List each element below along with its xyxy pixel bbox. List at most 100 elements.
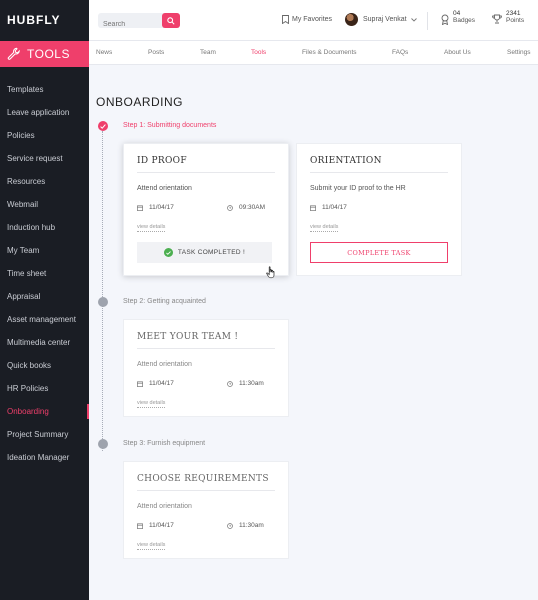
sidebar-item-induction-hub[interactable]: Induction hub xyxy=(0,216,89,239)
points-label: Points xyxy=(506,17,525,24)
card-time-value: 11:30am xyxy=(239,380,264,387)
card-time-value: 09:30AM xyxy=(239,204,266,211)
search-box xyxy=(98,13,180,32)
card-title: CHOOSE REQUIREMENTS xyxy=(137,474,269,484)
sidebar-item-ideation-manager[interactable]: Ideation Manager xyxy=(0,446,89,469)
search-icon xyxy=(167,16,175,25)
card-time: 11:30am xyxy=(227,522,264,529)
badges-count: 04 xyxy=(453,10,461,17)
sidebar-item-policies[interactable]: Policies xyxy=(0,124,89,147)
card-title: MEET YOUR TEAM ! xyxy=(137,332,239,342)
step-1-marker xyxy=(98,121,108,131)
task-completed-badge: TASK COMPLETED ! xyxy=(137,242,272,263)
avatar xyxy=(345,13,358,26)
points-count: 2341 xyxy=(506,10,521,17)
tab-about-us[interactable]: About Us xyxy=(444,41,471,64)
card-description: Submit your ID proof to the HR xyxy=(310,185,406,192)
view-details-link[interactable]: view details xyxy=(137,542,166,550)
search-input[interactable] xyxy=(98,17,160,32)
complete-task-button[interactable]: COMPLETE TASK xyxy=(310,242,448,263)
task-card-choose-requirements[interactable]: CHOOSE REQUIREMENTS Attend orientation 1… xyxy=(123,461,289,559)
badges-stat[interactable]: 04 Badges xyxy=(441,10,475,25)
task-completed-label: TASK COMPLETED ! xyxy=(177,249,246,256)
tab-news[interactable]: News xyxy=(96,41,112,64)
sidebar-item-resources[interactable]: Resources xyxy=(0,170,89,193)
check-icon xyxy=(100,123,106,129)
step-1-label: Step 1: Submitting documents xyxy=(123,122,217,129)
sidebar-item-service-request[interactable]: Service request xyxy=(0,147,89,170)
card-divider xyxy=(310,172,448,173)
tools-section-label: TOOLS xyxy=(27,47,70,61)
trophy-icon xyxy=(492,14,502,24)
step-3-marker xyxy=(98,439,108,449)
step-2-label: Step 2: Getting acquainted xyxy=(123,298,206,305)
bookmark-icon xyxy=(282,15,289,24)
card-date-value: 11/04/17 xyxy=(322,204,347,211)
step-2-marker xyxy=(98,297,108,307)
tab-posts[interactable]: Posts xyxy=(148,41,164,64)
sidebar-item-templates[interactable]: Templates xyxy=(0,78,89,101)
card-divider xyxy=(137,172,275,173)
view-details-link[interactable]: view details xyxy=(137,224,166,232)
tab-team[interactable]: Team xyxy=(200,41,216,64)
sidebar-item-webmail[interactable]: Webmail xyxy=(0,193,89,216)
card-time-value: 11:30am xyxy=(239,522,264,529)
calendar-icon xyxy=(137,380,143,387)
task-card-meet-team[interactable]: MEET YOUR TEAM ! Attend orientation 11/0… xyxy=(123,319,289,417)
badges-label: Badges xyxy=(453,17,476,24)
clock-icon xyxy=(227,380,233,387)
sidebar-item-hr-policies[interactable]: HR Policies xyxy=(0,377,89,400)
card-time: 09:30AM xyxy=(227,204,265,211)
card-date: 11/04/17 xyxy=(137,204,174,211)
task-card-id-proof[interactable]: ID PROOF Attend orientation 11/04/17 09:… xyxy=(123,143,289,276)
card-description: Attend orientation xyxy=(137,503,192,510)
sidebar-item-asset-management[interactable]: Asset management xyxy=(0,308,89,331)
sidebar-menu: Templates Leave application Policies Ser… xyxy=(0,78,89,469)
card-description: Attend orientation xyxy=(137,361,192,368)
sidebar-item-my-team[interactable]: My Team xyxy=(0,239,89,262)
tab-files-documents[interactable]: Files & Documents xyxy=(302,41,357,64)
card-date: 11/04/17 xyxy=(137,522,174,529)
timeline-line xyxy=(102,131,103,451)
sidebar-item-time-sheet[interactable]: Time sheet xyxy=(0,262,89,285)
favorites-label: My Favorites xyxy=(292,16,333,23)
tab-faqs[interactable]: FAQs xyxy=(392,41,408,64)
card-title: ID PROOF xyxy=(137,156,187,166)
check-circle-icon xyxy=(163,248,173,257)
wrench-icon xyxy=(7,47,20,60)
sidebar-item-multimedia-center[interactable]: Multimedia center xyxy=(0,331,89,354)
clock-icon xyxy=(227,204,233,211)
card-date-value: 11/04/17 xyxy=(149,380,174,387)
sidebar-item-project-summary[interactable]: Project Summary xyxy=(0,423,89,446)
task-card-orientation[interactable]: ORIENTATION Submit your ID proof to the … xyxy=(296,143,462,276)
card-description: Attend orientation xyxy=(137,185,192,192)
tab-tools[interactable]: Tools xyxy=(251,41,266,64)
sidebar-item-appraisal[interactable]: Appraisal xyxy=(0,285,89,308)
page-title: ONBOARDING xyxy=(96,95,184,109)
user-menu[interactable]: Supraj Venkat xyxy=(345,13,417,26)
view-details-link[interactable]: view details xyxy=(137,400,166,408)
user-name: Supraj Venkat xyxy=(363,16,407,23)
chevron-down-icon xyxy=(410,17,417,22)
calendar-icon xyxy=(137,522,143,529)
sidebar: HUBFLY TOOLS Templates Leave application… xyxy=(0,0,89,600)
card-divider xyxy=(137,348,275,349)
clock-icon xyxy=(227,522,233,529)
search-button[interactable] xyxy=(162,13,180,28)
tab-settings[interactable]: Settings xyxy=(507,41,531,64)
sidebar-item-quick-books[interactable]: Quick books xyxy=(0,354,89,377)
favorites-link[interactable]: My Favorites xyxy=(282,15,332,24)
calendar-icon xyxy=(137,204,143,211)
calendar-icon xyxy=(310,204,316,211)
sidebar-item-leave-application[interactable]: Leave application xyxy=(0,101,89,124)
view-details-link[interactable]: view details xyxy=(310,224,339,232)
card-divider xyxy=(137,490,275,491)
hand-cursor-icon xyxy=(266,266,275,279)
tools-section-header[interactable]: TOOLS xyxy=(0,41,89,67)
badge-icon xyxy=(441,14,449,25)
card-date: 11/04/17 xyxy=(137,380,174,387)
points-stat[interactable]: 2341 Points xyxy=(492,10,524,24)
sidebar-item-onboarding[interactable]: Onboarding xyxy=(0,400,89,423)
card-date-value: 11/04/17 xyxy=(149,204,174,211)
brand-logo[interactable]: HUBFLY xyxy=(0,0,89,41)
